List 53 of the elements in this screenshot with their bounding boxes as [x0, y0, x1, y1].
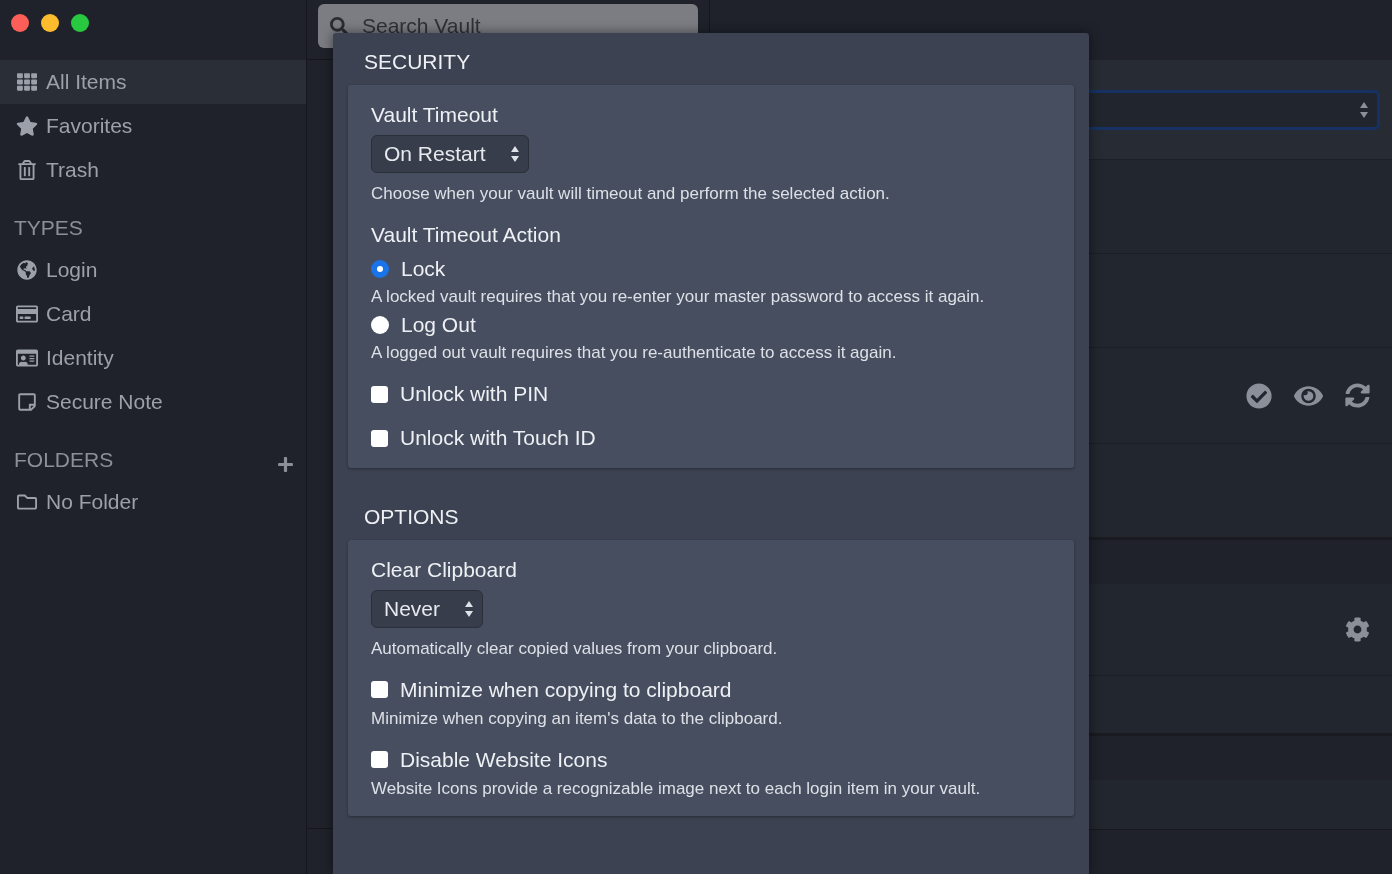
updown-caret-icon — [1359, 100, 1369, 119]
dropdown[interactable]: Never — [371, 589, 484, 628]
help-text: A locked vault requires that you re-enter your master password to access it again. — [371, 286, 986, 308]
help-text: Automatically clear copied values from your clipboard. — [371, 637, 778, 660]
dropdown[interactable]: On Restart — [371, 134, 529, 173]
id-card-icon — [16, 348, 38, 368]
checkbox-label: Unlock with PIN — [400, 381, 549, 408]
checkbox-label: Unlock with Touch ID — [400, 425, 596, 452]
credit-card-icon — [16, 304, 38, 324]
trash-icon — [16, 160, 38, 180]
checkbox[interactable] — [371, 681, 388, 698]
checkbox-label: Disable Website Icons — [400, 746, 608, 773]
option-label: Log Out — [401, 312, 476, 339]
sidebar-item[interactable]: Secure Note — [0, 380, 306, 424]
add-icon[interactable] — [277, 455, 294, 473]
zoom-window-button[interactable] — [71, 14, 89, 32]
help-text: A logged out vault requires that you re-authenticate to access it again. — [371, 342, 898, 364]
radio-button[interactable] — [371, 316, 389, 334]
sidebar-item[interactable]: No Folder — [0, 480, 306, 524]
refresh-icon[interactable] — [1345, 383, 1370, 408]
folder-icon — [16, 492, 38, 512]
help-text: Choose when your vault will timeout and perform the selected action. — [371, 182, 890, 205]
section-heading: TYPES — [14, 215, 83, 242]
minimize-window-button[interactable] — [41, 14, 59, 32]
note-icon — [16, 392, 38, 412]
globe-icon — [16, 260, 38, 280]
help-text: Website Icons provide a recognizable image next to each login item in your vault. — [371, 777, 982, 800]
checkbox[interactable] — [371, 429, 388, 447]
radio-button[interactable] — [371, 260, 389, 278]
sidebar-item[interactable]: All Items — [0, 60, 306, 104]
sidebar-item[interactable]: Login — [0, 248, 306, 292]
sidebar-item[interactable]: Trash — [0, 148, 306, 192]
field-label: Vault Timeout Action — [371, 221, 562, 248]
sidebar-item[interactable]: Favorites — [0, 104, 306, 148]
updown-caret-icon — [464, 599, 475, 618]
star-icon — [16, 116, 38, 136]
field-label: Vault Timeout — [371, 102, 498, 128]
section-heading: SECURITY — [364, 48, 471, 75]
field-label: Clear Clipboard — [371, 557, 517, 583]
grid-icon — [16, 72, 38, 92]
checkbox[interactable] — [371, 385, 388, 403]
sidebar-item[interactable]: Identity — [0, 336, 306, 380]
checkbox-label: Minimize when copying to clipboard — [400, 676, 732, 703]
settings-icon[interactable] — [1345, 617, 1370, 642]
help-text: Minimize when copying an item's data to the clipboard. — [371, 707, 784, 730]
sidebar-item[interactable]: Card — [0, 292, 306, 336]
option-label: Lock — [401, 256, 446, 283]
close-window-button[interactable] — [11, 14, 29, 32]
section-heading: OPTIONS — [364, 503, 459, 530]
search-icon — [330, 17, 348, 35]
section-heading: FOLDERS — [14, 447, 114, 474]
checkbox[interactable] — [371, 751, 388, 768]
updown-caret-icon — [509, 144, 520, 163]
